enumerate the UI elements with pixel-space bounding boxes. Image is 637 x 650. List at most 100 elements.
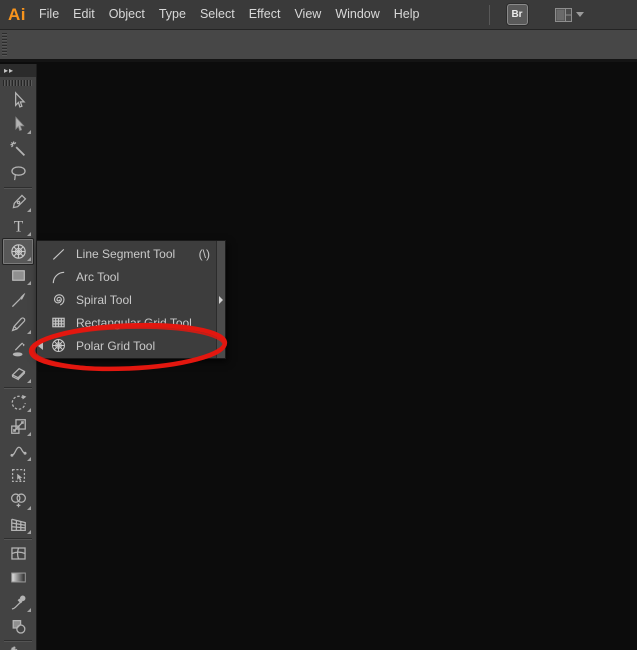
toolbar-separator <box>4 187 32 189</box>
toolbar-separator <box>4 387 32 389</box>
flyout-tearoff-strip[interactable] <box>216 241 225 358</box>
menu-object[interactable]: Object <box>102 0 152 29</box>
chevron-down-icon <box>575 12 584 17</box>
flyout-corner-indicator <box>27 232 31 236</box>
scale-icon <box>10 419 26 435</box>
polar-grid-icon <box>52 339 65 353</box>
menu-item-label: Spiral Tool <box>76 292 132 307</box>
flyout-corner-indicator <box>27 530 31 534</box>
flyout-corner-indicator <box>27 505 31 510</box>
mesh-icon <box>10 547 26 560</box>
panel-drag-grip[interactable] <box>0 77 36 88</box>
flyout-corner-indicator <box>27 207 31 212</box>
free-transform-icon <box>11 469 25 483</box>
menu-select[interactable]: Select <box>193 0 242 29</box>
menu-effect[interactable]: Effect <box>242 0 288 29</box>
workspace-layout-icon <box>554 7 572 22</box>
shape-builder-icon <box>10 493 26 508</box>
flyout-corner-indicator <box>27 281 31 285</box>
flyout-corner-indicator <box>27 456 31 461</box>
tool-selection[interactable] <box>3 88 33 113</box>
flyout-corner-indicator <box>27 379 31 383</box>
menu-view[interactable]: View <box>287 0 328 29</box>
options-bar <box>0 30 637 62</box>
eraser-icon <box>11 368 25 381</box>
tool-shape-builder[interactable] <box>3 488 33 513</box>
menu-file[interactable]: File <box>32 0 66 29</box>
toolbar-tools: T <box>0 88 36 650</box>
lasso-icon <box>10 166 26 181</box>
pencil-icon <box>11 317 25 332</box>
tool-direct-selection[interactable] <box>3 113 33 138</box>
tool-type[interactable]: T <box>3 215 33 240</box>
selected-tool-marker-icon <box>38 341 43 350</box>
direct-selection-icon <box>14 116 25 132</box>
menu-item-shortcut: (\) <box>198 247 210 262</box>
tool-polar-grid[interactable] <box>3 239 33 264</box>
tool-rotate[interactable] <box>3 390 33 415</box>
flyout-corner-indicator <box>27 130 31 134</box>
tool-lasso[interactable] <box>3 162 33 187</box>
paintbrush-icon <box>11 292 25 307</box>
panel-collapse-button[interactable]: ▸▸ <box>0 64 36 77</box>
tool-eraser[interactable] <box>3 362 33 387</box>
workspace-switcher-button[interactable] <box>554 7 584 22</box>
tool-eyedropper[interactable] <box>3 590 33 615</box>
tools-panel: ▸▸ T <box>0 64 37 650</box>
tool-gradient[interactable] <box>3 566 33 591</box>
tool-scale[interactable] <box>3 415 33 440</box>
menu-type[interactable]: Type <box>152 0 193 29</box>
type-icon: T <box>13 219 23 236</box>
toolbar-separator <box>4 538 32 540</box>
flyout-corner-indicator <box>27 330 31 334</box>
blend-icon <box>12 620 25 634</box>
tool-blob-brush[interactable] <box>3 337 33 362</box>
menu-item-label: Arc Tool <box>76 270 120 285</box>
tool-perspective-grid[interactable] <box>3 513 33 538</box>
gradient-icon <box>10 572 26 583</box>
flyout-menu-body: Line Segment Tool (\) Arc Tool Spiral Tool R… <box>37 241 216 358</box>
menu-edit[interactable]: Edit <box>66 0 102 29</box>
tool-mesh[interactable] <box>3 541 33 566</box>
menu-item-label: Rectangular Grid Tool <box>76 315 192 330</box>
tool-width[interactable] <box>3 439 33 464</box>
bridge-button[interactable]: Br <box>506 4 528 25</box>
tool-paintbrush[interactable] <box>3 288 33 313</box>
arc-icon <box>52 271 65 283</box>
workspace: ▸▸ T Line Segment Tool (\) Arc Tool Spiral … <box>0 62 637 650</box>
pen-icon <box>12 194 26 209</box>
tool-magic-wand[interactable] <box>3 137 33 162</box>
tool-pencil[interactable] <box>3 313 33 338</box>
menu-window[interactable]: Window <box>328 0 386 29</box>
spiral-icon <box>53 294 65 306</box>
flyout-corner-indicator <box>27 607 31 612</box>
rotate-icon <box>11 394 26 410</box>
tool-blend[interactable] <box>3 615 33 640</box>
menu-help[interactable]: Help <box>387 0 427 29</box>
eyedropper-icon <box>11 595 25 610</box>
tool-free-transform[interactable] <box>3 464 33 489</box>
menu-item-label: Polar Grid Tool <box>76 338 156 353</box>
illustrator-window: Ai File Edit Object Type Select Effect V… <box>0 0 637 650</box>
menu-item-label: Line Segment Tool <box>76 247 176 262</box>
tool-symbol-sprayer[interactable] <box>3 643 33 650</box>
tool-pen[interactable] <box>3 190 33 215</box>
menu-bar: Ai File Edit Object Type Select Effect V… <box>0 0 637 30</box>
menu-item-arc-tool[interactable]: Arc Tool <box>37 266 216 289</box>
menu-item-rectangular-grid-tool[interactable]: Rectangular Grid Tool <box>37 311 216 334</box>
tearoff-arrow-icon <box>219 295 223 304</box>
perspective-grid-icon <box>10 518 26 532</box>
rectangular-grid-icon <box>52 317 65 328</box>
tool-rectangle[interactable] <box>3 264 33 289</box>
svg-text:T: T <box>13 219 23 236</box>
options-bar-grip[interactable] <box>2 33 7 56</box>
menu-item-line-segment-tool[interactable]: Line Segment Tool (\) <box>37 243 216 266</box>
menu-item-spiral-tool[interactable]: Spiral Tool <box>37 289 216 312</box>
polar-grid-icon <box>10 244 26 259</box>
toolbar-separator <box>4 640 32 642</box>
menu-item-polar-grid-tool[interactable]: Polar Grid Tool <box>37 334 216 357</box>
line-tool-flyout-menu: Line Segment Tool (\) Arc Tool Spiral Tool R… <box>36 240 226 359</box>
width-icon <box>9 446 27 457</box>
line-segment-icon <box>52 248 65 260</box>
blob-brush-icon <box>12 342 25 357</box>
